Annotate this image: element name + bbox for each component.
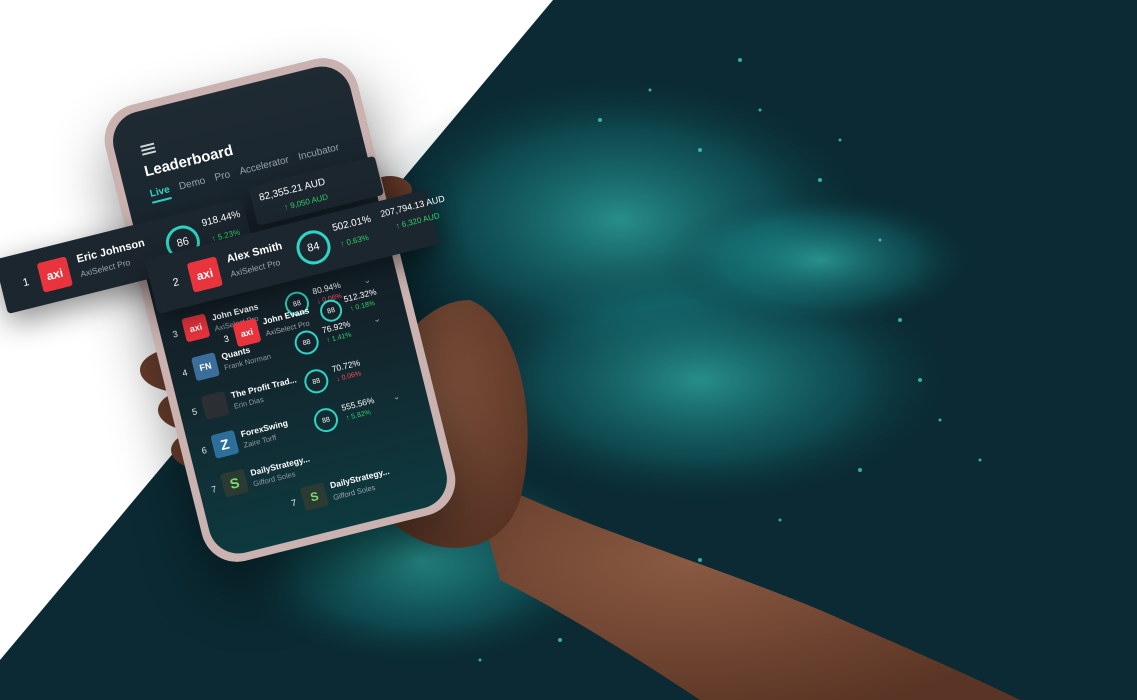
tab-pro[interactable]: Pro — [214, 169, 233, 187]
rank: 6 — [200, 445, 208, 456]
avatar: axi — [181, 313, 211, 343]
score-ring: 88 — [311, 405, 341, 435]
chevron-down-icon[interactable]: ⌄ — [391, 391, 401, 403]
rank: 5 — [190, 406, 199, 418]
score-ring: 88 — [317, 297, 345, 325]
axi-logo: axi — [36, 256, 74, 293]
rank: 3 — [171, 328, 179, 340]
return-pct: 918.44% — [200, 209, 242, 230]
trader-name: The Profit Trad... — [229, 374, 298, 401]
tab-incubator[interactable]: Incubator — [297, 142, 341, 167]
score-ring: 88 — [301, 366, 331, 396]
rank: 1 — [21, 276, 31, 290]
tab-demo[interactable]: Demo — [178, 175, 208, 196]
avatar — [200, 390, 230, 421]
avatar: S — [299, 482, 329, 512]
avatar: axi — [232, 318, 262, 348]
rank: 7 — [290, 497, 298, 509]
avatar: Z — [210, 429, 240, 459]
rank: 3 — [222, 333, 230, 345]
hero-image: Leaderboard Live Demo Pro Accelerator In… — [0, 0, 1137, 700]
rank: 2 — [171, 276, 181, 290]
axi-logo: axi — [186, 256, 224, 293]
return-change: ↑ 0.63% — [339, 232, 370, 249]
rank: 4 — [181, 367, 189, 379]
avatar: S — [219, 468, 250, 498]
return-pct: 502.01% — [331, 213, 373, 235]
avatar: FN — [190, 352, 221, 382]
rank: 7 — [210, 483, 218, 495]
menu-icon[interactable] — [140, 141, 157, 158]
score-ring: 84 — [292, 226, 335, 269]
tab-live[interactable]: Live — [148, 184, 172, 204]
